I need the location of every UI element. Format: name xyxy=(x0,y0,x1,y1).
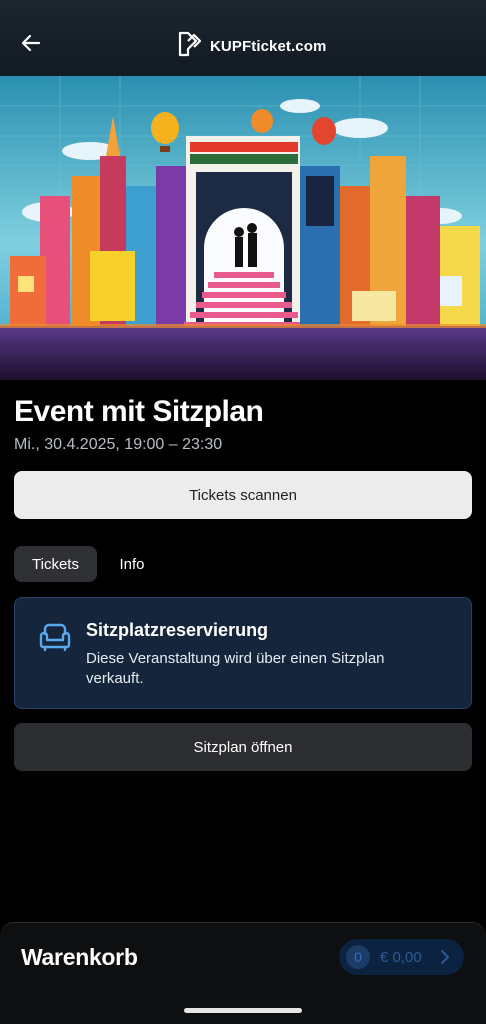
tab-info[interactable]: Info xyxy=(105,546,159,582)
cart-title: Warenkorb xyxy=(21,944,138,970)
seat-reservation-card: Sitzplatzreservierung Diese Veranstaltun… xyxy=(14,597,472,709)
brand-logo[interactable]: KUPFticket.com xyxy=(174,31,326,62)
cart-count-badge: 0 xyxy=(346,945,370,969)
seat-reservation-title: Sitzplatzreservierung xyxy=(86,620,269,640)
armchair-icon xyxy=(38,622,72,657)
chevron-right-icon xyxy=(440,949,450,970)
event-date: Mi., 30.4.2025, 19:00 – 23:30 xyxy=(14,436,223,453)
event-hero-image xyxy=(0,76,486,380)
kupf-logo-icon xyxy=(174,31,202,62)
logo-text: KUPFticket.com xyxy=(210,38,327,55)
seat-reservation-description: Diese Veranstaltung wird über einen Sitz… xyxy=(86,650,385,687)
cart-total: € 0,00 xyxy=(380,948,422,966)
top-bar: KUPFticket.com xyxy=(0,0,486,76)
scan-tickets-button[interactable]: Tickets scannen xyxy=(14,471,472,519)
tab-tickets[interactable]: Tickets xyxy=(14,546,97,582)
back-button[interactable] xyxy=(14,28,48,62)
cart-summary-button[interactable]: 0 € 0,00 xyxy=(339,939,464,975)
arrow-left-icon xyxy=(21,33,41,58)
event-title: Event mit Sitzplan xyxy=(14,395,264,428)
home-indicator xyxy=(184,1008,302,1013)
open-seat-plan-button[interactable]: Sitzplan öffnen xyxy=(14,723,472,771)
